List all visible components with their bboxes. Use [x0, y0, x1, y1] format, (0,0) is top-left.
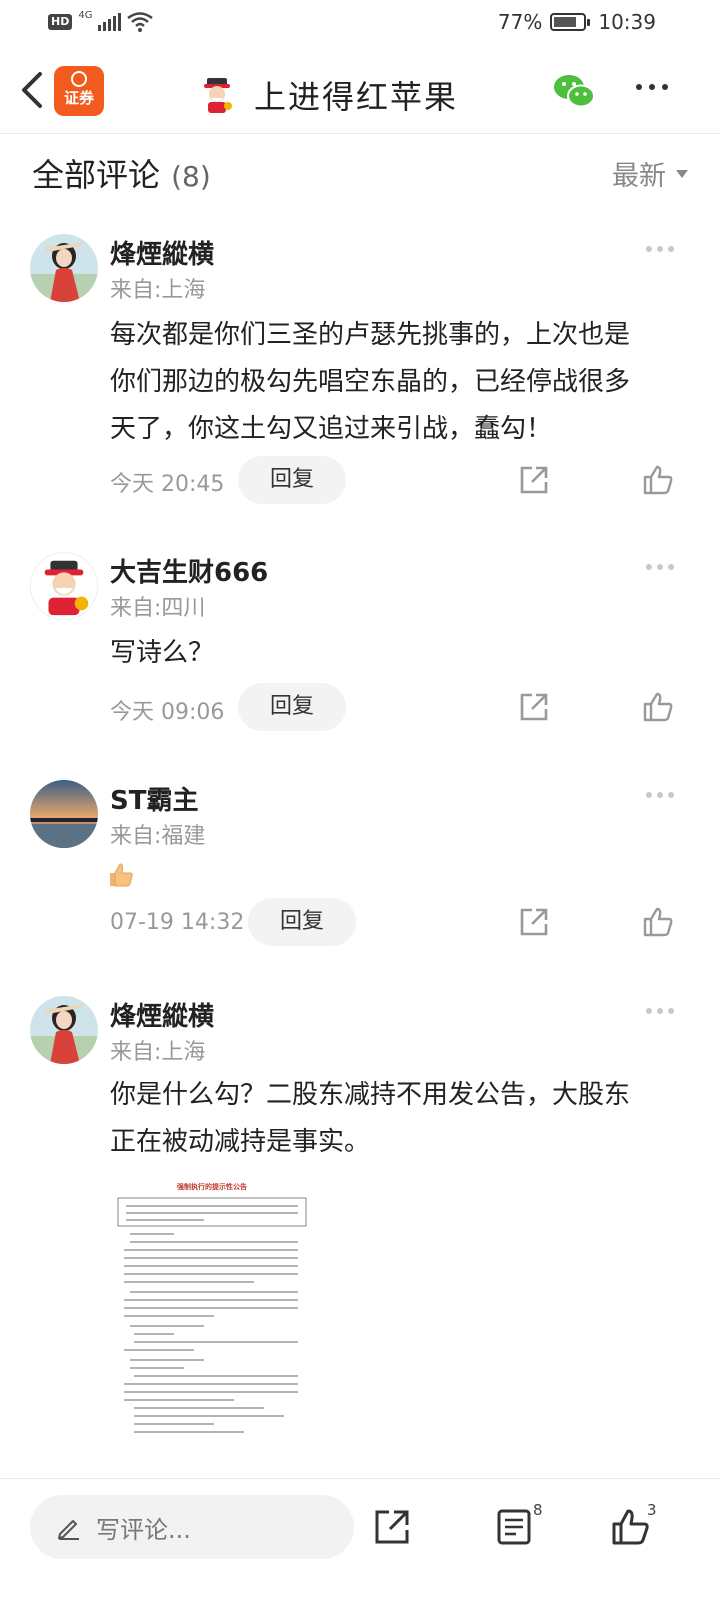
back-arrow-icon[interactable] — [18, 70, 48, 110]
like-icon[interactable] — [610, 1507, 650, 1547]
network-type: 4G — [78, 10, 93, 21]
document-text-lines — [117, 1197, 307, 1433]
reply-button[interactable]: 回复 — [238, 456, 346, 504]
commenter-name[interactable]: ST霸主 — [110, 780, 198, 817]
commenter-location: 来自:上海 — [110, 278, 206, 303]
like-icon[interactable] — [642, 464, 674, 496]
commenter-name[interactable]: 大吉生财666 — [110, 552, 268, 589]
page-title: 上进得红苹果 — [254, 78, 459, 116]
comment-line: 正在被动减持是事实。 — [110, 1127, 371, 1157]
comment-line: 每次都是你们三圣的卢瑟先挑事的，上次也是 — [110, 320, 631, 350]
wechat-share-icon[interactable] — [552, 72, 596, 110]
comment-time: 今天 20:45 — [110, 472, 225, 497]
commenter-location: 来自:上海 — [110, 1040, 206, 1065]
user-avatar[interactable] — [30, 996, 98, 1064]
like-icon[interactable] — [642, 691, 674, 723]
comment-line: 你是什么勾？二股东减持不用发公告，大股东 — [110, 1080, 631, 1110]
status-left: HD 4G — [48, 10, 154, 32]
write-comment-input[interactable]: 写评论... — [30, 1495, 354, 1559]
bottom-action-bar: 写评论... 8 3 — [0, 1478, 720, 1600]
logo-mark-icon — [71, 71, 87, 87]
commenter-name[interactable]: 烽煙縱横 — [110, 996, 214, 1033]
user-avatar[interactable] — [30, 234, 98, 302]
comment-text: 写诗么？ — [110, 630, 680, 677]
clock: 10:39 — [598, 10, 656, 34]
comment-more-icon[interactable] — [646, 792, 674, 798]
share-icon[interactable] — [372, 1507, 412, 1547]
comment-more-icon[interactable] — [646, 246, 674, 252]
comment-line: 写诗么？ — [110, 638, 215, 668]
share-icon[interactable] — [518, 691, 550, 723]
app-logo[interactable]: 证券 — [54, 66, 104, 116]
hd-indicator: HD — [48, 14, 73, 30]
caret-down-icon — [676, 169, 688, 178]
comment-item: 烽煙縱横 来自:上海 你是什么勾？二股东减持不用发公告，大股东 正在被动减持是事… — [0, 996, 720, 1476]
comment-more-icon[interactable] — [646, 1008, 674, 1014]
attached-announcement-image[interactable]: 强制执行的提示性公告 — [114, 1182, 310, 1442]
image-document-title: 强制执行的提示性公告 — [177, 1183, 247, 1191]
signal-icon — [98, 13, 122, 31]
status-right: 77% 10:39 — [498, 10, 656, 34]
comments-count: (8) — [171, 160, 211, 193]
comments-list-icon[interactable] — [494, 1507, 534, 1547]
commenter-name[interactable]: 烽煙縱横 — [110, 234, 214, 271]
fortune-god-avatar — [204, 78, 232, 113]
battery-fill — [554, 17, 577, 27]
commenter-location: 来自:四川 — [110, 596, 206, 621]
comment-item: ST霸主 来自:福建 07-19 14:32 回复 — [0, 780, 720, 960]
sort-label: 最新 — [612, 161, 666, 192]
reply-button[interactable]: 回复 — [248, 898, 356, 946]
more-options-icon[interactable] — [636, 84, 668, 90]
comments-title: 全部评论 — [32, 156, 161, 194]
thumbs-up-emoji-icon — [110, 863, 133, 887]
comment-count-badge: 8 — [533, 1501, 543, 1519]
comment-time: 07-19 14:32 — [110, 910, 245, 935]
user-avatar[interactable] — [30, 552, 98, 620]
status-bar: HD 4G 77% 10:39 — [0, 0, 720, 48]
like-icon[interactable] — [642, 906, 674, 938]
comment-more-icon[interactable] — [646, 564, 674, 570]
top-nav-bar: 证券 上进得红苹果 — [0, 48, 720, 134]
comment-item: 大吉生财666 来自:四川 写诗么？ 今天 09:06 回复 — [0, 552, 720, 742]
battery-icon — [550, 13, 591, 31]
like-count-badge: 3 — [647, 1501, 657, 1519]
header-title-group: 上进得红苹果 — [198, 72, 458, 118]
share-icon[interactable] — [518, 464, 550, 496]
comments-header: 全部评论 (8) 最新 — [32, 150, 688, 200]
comment-text: 你是什么勾？二股东减持不用发公告，大股东 正在被动减持是事实。 — [110, 1072, 680, 1166]
comment-line: 你们那边的极勾先唱空东晶的，已经停战很多 — [110, 367, 631, 397]
pencil-icon — [58, 1520, 79, 1540]
app-logo-label: 证券 — [63, 89, 94, 107]
reply-button[interactable]: 回复 — [238, 683, 346, 731]
comment-line: 天了，你这土勾又追过来引战，蠢勾！ — [110, 414, 553, 444]
wifi-icon — [127, 12, 154, 32]
sort-dropdown[interactable]: 最新 — [612, 154, 688, 193]
commenter-location: 来自:福建 — [110, 824, 206, 849]
comment-time: 今天 09:06 — [110, 700, 225, 725]
battery-percent: 77% — [497, 10, 543, 34]
user-avatar[interactable] — [30, 780, 98, 848]
share-icon[interactable] — [518, 906, 550, 938]
comment-item: 烽煙縱横 来自:上海 每次都是你们三圣的卢瑟先挑事的，上次也是 你们那边的极勾先… — [0, 234, 720, 514]
write-comment-placeholder: 写评论... — [96, 1515, 191, 1544]
comment-text: 每次都是你们三圣的卢瑟先挑事的，上次也是 你们那边的极勾先唱空东晶的，已经停战很… — [110, 312, 680, 453]
